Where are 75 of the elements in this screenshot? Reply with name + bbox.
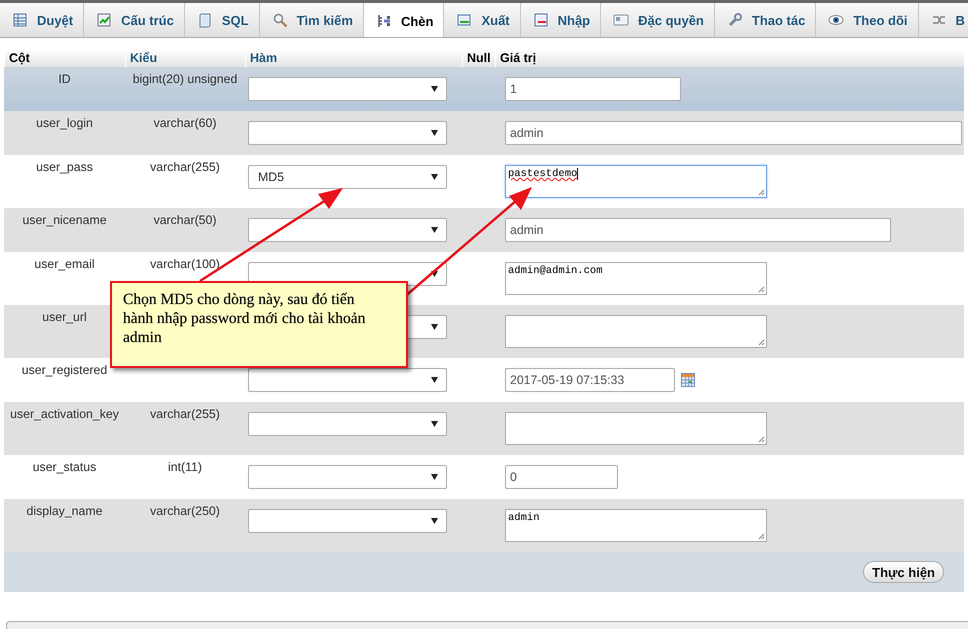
- tab[interactable]: Theo dõi: [816, 3, 919, 37]
- sort-link[interactable]: Hàm: [250, 51, 278, 65]
- tab-icon: [96, 12, 112, 28]
- resize-grip-icon[interactable]: [757, 338, 765, 346]
- caret-icon: [431, 130, 438, 136]
- tab-icon: [532, 12, 549, 28]
- column-name: user_nicename: [22, 213, 107, 227]
- function-dropdown[interactable]: MD5: [248, 165, 447, 189]
- column-name: user_url: [42, 310, 87, 324]
- caret-icon: [431, 271, 438, 277]
- tab[interactable]: Chèn: [364, 3, 444, 37]
- column-type: varchar(100): [150, 257, 220, 271]
- caret-icon: [431, 227, 438, 233]
- caret-icon: [431, 324, 438, 330]
- column-name: user_registered: [22, 363, 108, 377]
- tab[interactable]: Nhập: [520, 3, 602, 37]
- value-textarea[interactable]: pastestdemo: [505, 165, 767, 198]
- resize-grip-icon[interactable]: [757, 435, 765, 443]
- value-textarea[interactable]: admin: [505, 509, 767, 542]
- tab[interactable]: Thao tác: [714, 3, 816, 37]
- column-name: user_activation_key: [10, 407, 119, 421]
- value-textarea[interactable]: [505, 412, 767, 445]
- column-name: user_status: [32, 460, 96, 474]
- tab-icon: [726, 12, 743, 28]
- caret-icon: [431, 86, 438, 92]
- column-header: Giá trị: [500, 51, 536, 65]
- resize-grip-icon[interactable]: [757, 532, 765, 540]
- column-type: varchar(255): [150, 407, 220, 421]
- tab-icon: [613, 12, 630, 28]
- caret-icon: [431, 421, 438, 427]
- sort-link[interactable]: Kiểu: [130, 51, 158, 65]
- callout-tooltip: Chọn MD5 cho dòng này, sau đó tiến hành nhập password mới cho tài khoản admin: [110, 281, 408, 368]
- column-type: bigint(20) unsigned: [132, 72, 238, 86]
- column-name: user_pass: [36, 160, 93, 174]
- tab-icon: [196, 12, 213, 28]
- column-type: varchar(50): [154, 213, 216, 227]
- tab[interactable]: Tìm kiếm: [260, 3, 364, 37]
- function-dropdown[interactable]: [248, 218, 447, 242]
- caret-icon: [431, 377, 438, 383]
- column-type: varchar(255): [150, 160, 220, 174]
- resize-grip-icon[interactable]: [757, 188, 765, 196]
- column-type: varchar(250): [150, 504, 220, 518]
- tab[interactable]: Duyệt: [0, 3, 84, 37]
- value-textarea[interactable]: admin@admin.com: [505, 262, 767, 295]
- tab-icon: [456, 12, 472, 28]
- tab-icon: [828, 12, 844, 28]
- column-type: int(11): [168, 460, 202, 474]
- tab[interactable]: B: [918, 3, 968, 37]
- value-field[interactable]: 2017-05-19 07:15:33: [505, 368, 675, 392]
- value-field[interactable]: 1: [505, 77, 681, 101]
- tab[interactable]: SQL: [184, 3, 260, 37]
- resize-grip-icon[interactable]: [757, 285, 765, 293]
- column-header: Null: [467, 51, 491, 65]
- tab[interactable]: Đặc quyền: [601, 3, 715, 37]
- submit-button[interactable]: Thực hiện: [863, 561, 944, 583]
- calendar-icon[interactable]: [681, 373, 695, 387]
- value-field[interactable]: admin: [505, 121, 962, 145]
- caret-icon: [431, 174, 438, 180]
- tab[interactable]: Cấu trúc: [84, 3, 185, 37]
- column-name: display_name: [26, 504, 102, 518]
- column-name: user_login: [36, 116, 93, 130]
- caret-icon: [431, 518, 438, 524]
- caret-icon: [431, 474, 438, 480]
- column-type: varchar(60): [154, 116, 216, 130]
- column-name: ID: [58, 72, 71, 86]
- value-field[interactable]: admin: [505, 218, 891, 242]
- function-dropdown[interactable]: [248, 368, 447, 392]
- value-textarea[interactable]: [505, 315, 767, 348]
- tab[interactable]: Xuất: [444, 3, 521, 37]
- column-name: user_email: [34, 257, 95, 271]
- column-header: Cột: [9, 51, 30, 65]
- tab-icon: [12, 12, 28, 28]
- tab-icon: [376, 13, 392, 29]
- tab-icon: [272, 12, 288, 28]
- value-field[interactable]: 0: [505, 465, 618, 489]
